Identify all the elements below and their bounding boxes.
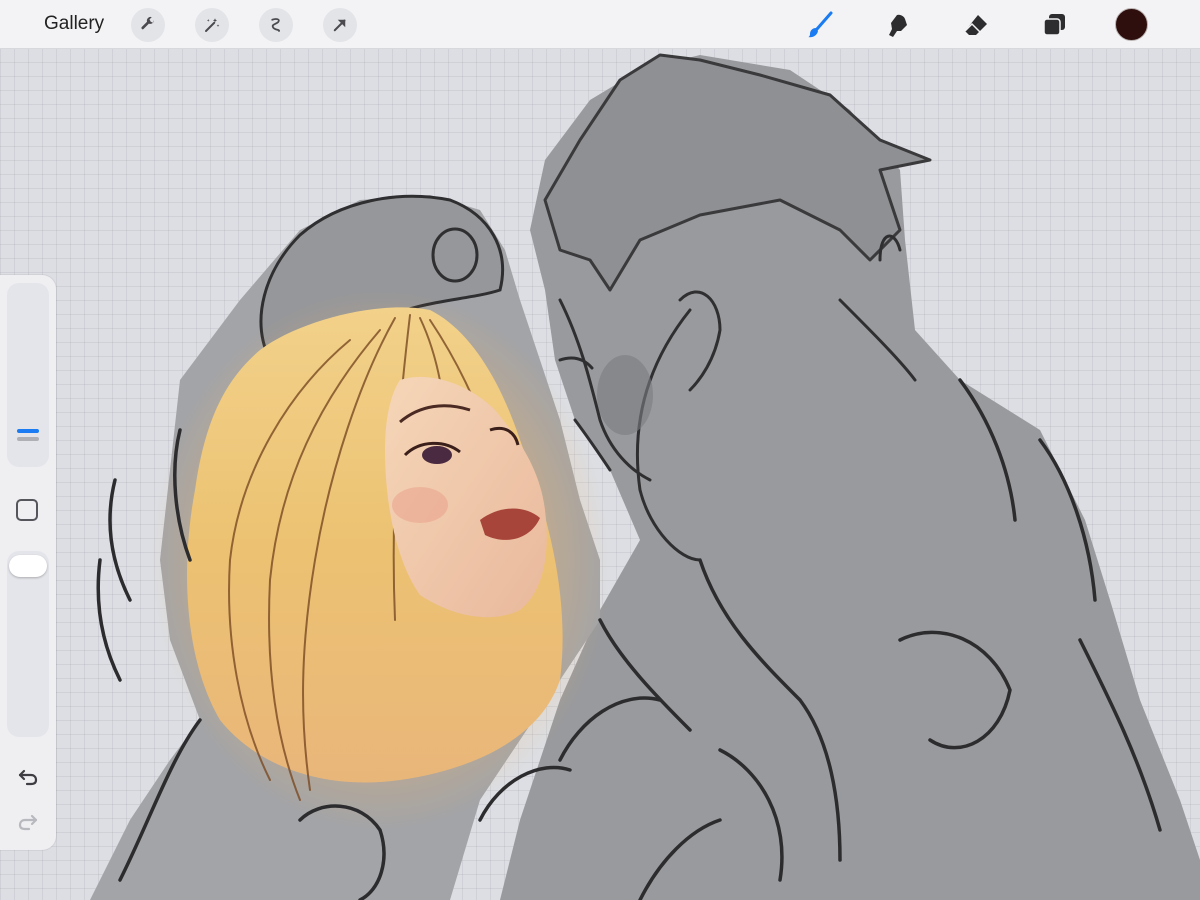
brush-size-slider[interactable] xyxy=(7,283,49,467)
selection-icon xyxy=(271,18,280,32)
drawing-canvas[interactable] xyxy=(0,48,1200,900)
opacity-handle[interactable] xyxy=(9,555,47,577)
modify-button[interactable] xyxy=(16,499,38,521)
top-toolbar: Gallery xyxy=(0,0,1200,49)
left-sidebar xyxy=(0,275,56,850)
brush-icon xyxy=(808,11,833,38)
adjustments-button[interactable] xyxy=(195,8,229,42)
eraser-icon xyxy=(964,15,987,35)
undo-button[interactable] xyxy=(14,763,42,791)
smudge-tool-button[interactable] xyxy=(880,8,914,42)
actions-wrench-button[interactable] xyxy=(131,8,165,42)
redo-button[interactable] xyxy=(14,808,42,836)
brush-size-handle[interactable] xyxy=(17,429,39,433)
brush-tool-button[interactable] xyxy=(803,8,837,42)
redo-icon xyxy=(18,814,38,831)
opacity-slider[interactable] xyxy=(7,551,49,737)
selection-button[interactable] xyxy=(259,8,293,42)
magic-wand-icon xyxy=(205,18,220,32)
transform-arrow-icon xyxy=(333,19,346,32)
wrench-icon xyxy=(141,16,155,30)
brush-size-handle-secondary xyxy=(17,437,39,441)
smudge-icon xyxy=(889,14,907,37)
layers-icon xyxy=(1043,14,1065,36)
artwork xyxy=(90,53,1200,900)
transform-button[interactable] xyxy=(323,8,357,42)
color-picker-button[interactable] xyxy=(1115,8,1148,41)
undo-icon xyxy=(18,769,38,786)
eraser-tool-button[interactable] xyxy=(959,8,993,42)
gallery-button[interactable]: Gallery xyxy=(44,12,104,36)
layers-tool-button[interactable] xyxy=(1037,8,1071,42)
